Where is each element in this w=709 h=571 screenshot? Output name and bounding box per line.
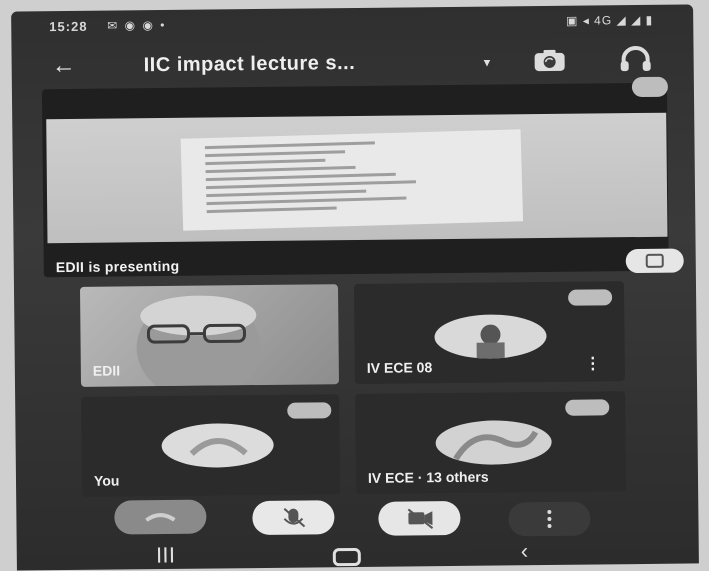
participant-name: IV ECE · 13 others: [368, 469, 489, 486]
camera-button[interactable]: [378, 501, 460, 536]
participant-tile-edii[interactable]: EDII: [80, 284, 339, 387]
camera-off-icon: [378, 501, 460, 536]
recent-apps-icon[interactable]: |||: [157, 546, 177, 564]
presenting-label: EDII is presenting: [56, 258, 180, 275]
chevron-right-icon[interactable]: ▾: [484, 55, 491, 71]
notification-icons: ✉ ◉ ◉ •: [107, 18, 166, 33]
participant-name: You: [94, 472, 120, 488]
presentation-panel[interactable]: EDII is presenting: [42, 83, 669, 278]
avatar: [434, 314, 546, 359]
avatar: [435, 420, 551, 465]
nav-back-icon[interactable]: ‹: [521, 538, 529, 564]
avatar: [161, 423, 273, 468]
more-options-button[interactable]: [508, 502, 590, 537]
mic-button[interactable]: [252, 500, 334, 535]
home-icon[interactable]: [333, 548, 361, 566]
navigation-bar: ||| ‹: [17, 538, 699, 570]
mic-muted-indicator: [287, 402, 331, 418]
participant-name: IV ECE 08: [367, 359, 433, 376]
status-time: 15:28: [49, 19, 87, 34]
signal-battery-icons: ▣ ◂ 4G ◢ ◢ ▮: [566, 13, 653, 28]
mic-off-icon: [252, 500, 334, 535]
participant-tile-iv-ece-08[interactable]: IV ECE 08 ⋮: [354, 281, 625, 384]
phone-hangup-icon: [114, 500, 206, 535]
phone-screen: 15:28 ✉ ◉ ◉ • ▣ ◂ 4G ◢ ◢ ▮ ← IIC impact …: [11, 4, 699, 570]
more-vert-icon: [508, 502, 590, 537]
mic-muted-indicator: [568, 289, 612, 305]
camera-switch-icon: [532, 48, 568, 74]
shared-screen: [46, 113, 667, 243]
fullscreen-icon: [626, 249, 684, 274]
shared-document: [181, 129, 523, 230]
presentation-options-button[interactable]: [626, 249, 684, 274]
participant-tile-others[interactable]: IV ECE · 13 others: [355, 391, 626, 494]
participant-tile-you[interactable]: You: [81, 394, 340, 497]
more-vert-icon[interactable]: ⋮: [585, 353, 601, 373]
arrow-left-icon: ←: [52, 52, 76, 79]
end-call-button[interactable]: [114, 500, 206, 535]
headphones-icon: [617, 45, 653, 73]
meeting-title[interactable]: IIC impact lecture s...: [144, 52, 356, 77]
pin-button[interactable]: [632, 77, 668, 97]
mic-muted-indicator: [565, 399, 609, 415]
audio-output-button[interactable]: [617, 45, 653, 73]
back-button[interactable]: ←: [52, 55, 82, 79]
camera-switch-button[interactable]: [532, 48, 568, 74]
participant-name: EDII: [93, 362, 120, 378]
